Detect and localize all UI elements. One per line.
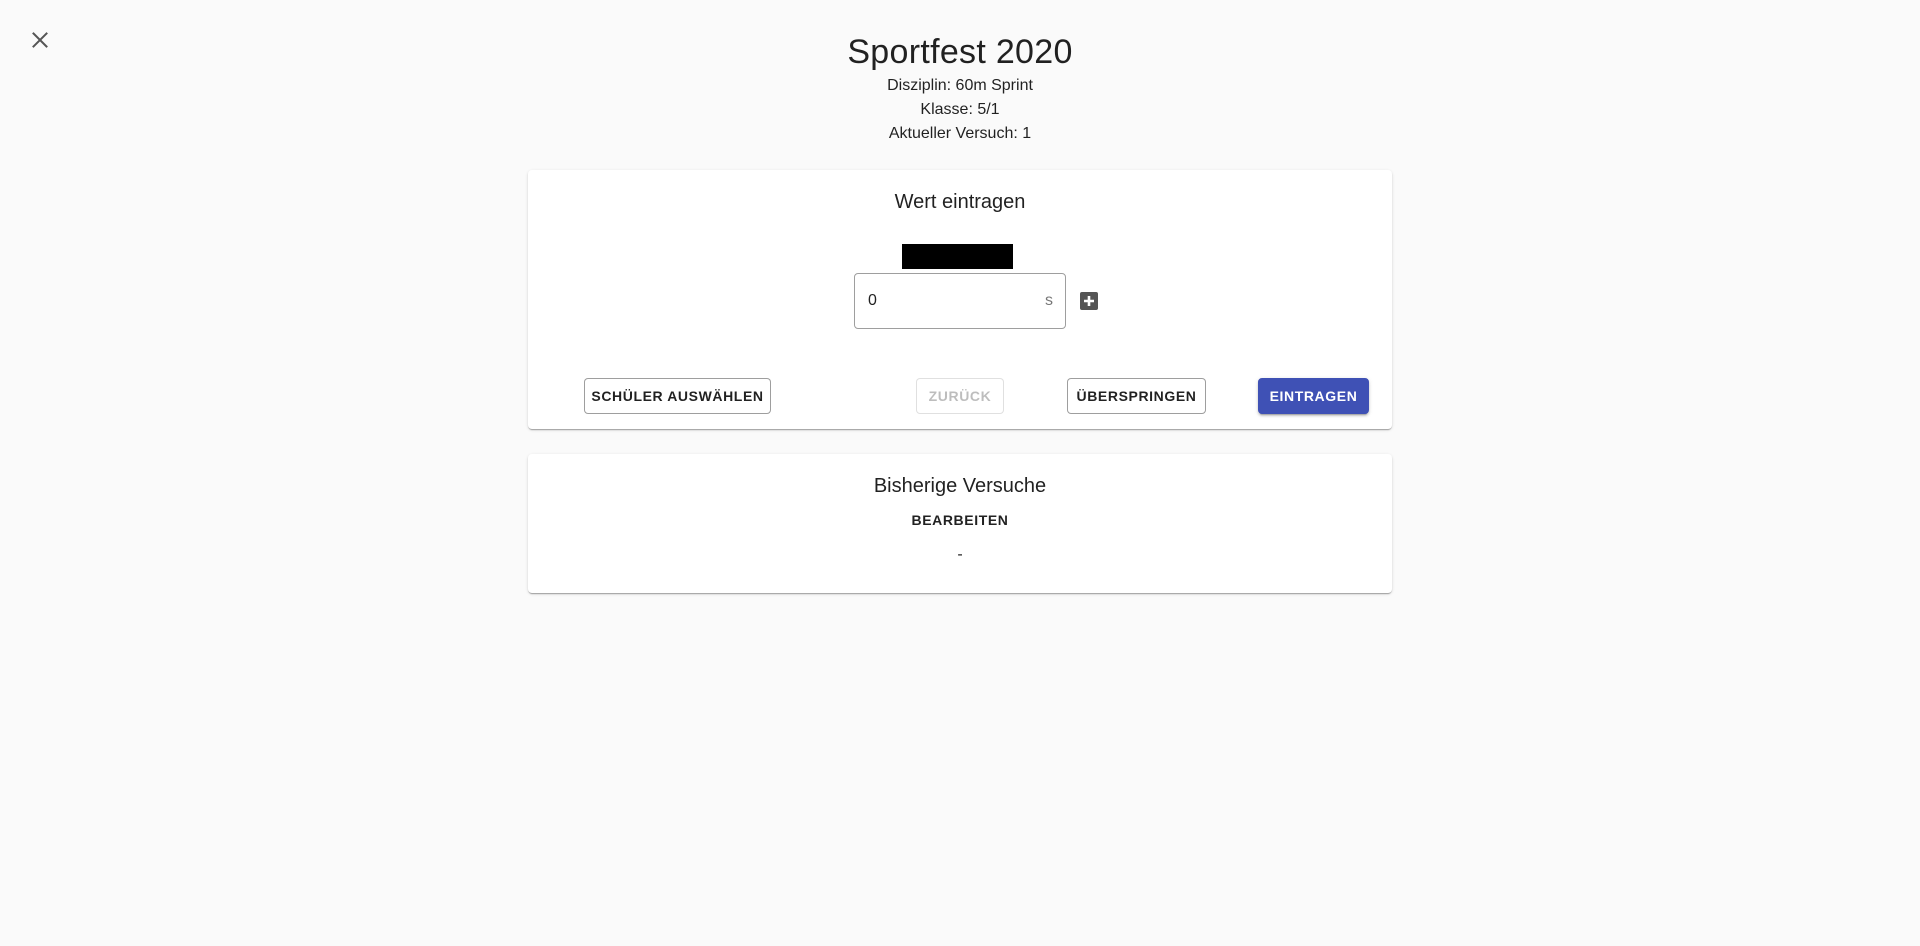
current-attempt-label: Aktueller Versuch: 1: [888, 125, 1032, 142]
skip-button[interactable]: ÜBERSPRINGEN: [1067, 378, 1206, 414]
attempts-card: Bisherige Versuche BEARBEITEN -: [528, 454, 1392, 593]
entry-card-title: Wert eintragen: [894, 191, 1026, 213]
value-input[interactable]: [868, 292, 1045, 310]
page-header: Sportfest 2020 Disziplin: 60m Sprint Kla…: [0, 30, 1920, 146]
select-student-button[interactable]: SCHÜLER AUSWÄHLEN: [584, 378, 771, 414]
add-value-button[interactable]: [1078, 290, 1100, 312]
discipline-label: Disziplin: 60m Sprint: [887, 77, 1033, 94]
plus-box-icon: [1080, 292, 1098, 310]
submit-button[interactable]: EINTRAGEN: [1258, 378, 1369, 414]
entry-card: Wert eintragen s SCHÜLER AUSWÄHLEN ZURÜC…: [528, 170, 1392, 429]
attempts-card-title: Bisherige Versuche: [873, 475, 1047, 497]
value-field[interactable]: s: [854, 273, 1066, 329]
edit-attempts-button-wrap: BEARBEITEN: [528, 508, 1392, 532]
unit-suffix: s: [1045, 292, 1053, 309]
page-title: Sportfest 2020: [847, 33, 1073, 71]
redacted-student-name: [902, 244, 1013, 269]
edit-attempts-button[interactable]: BEARBEITEN: [903, 508, 1016, 532]
class-label: Klasse: 5/1: [920, 101, 1000, 118]
attempts-empty-value: -: [957, 546, 963, 563]
back-button[interactable]: ZURÜCK: [916, 378, 1004, 414]
